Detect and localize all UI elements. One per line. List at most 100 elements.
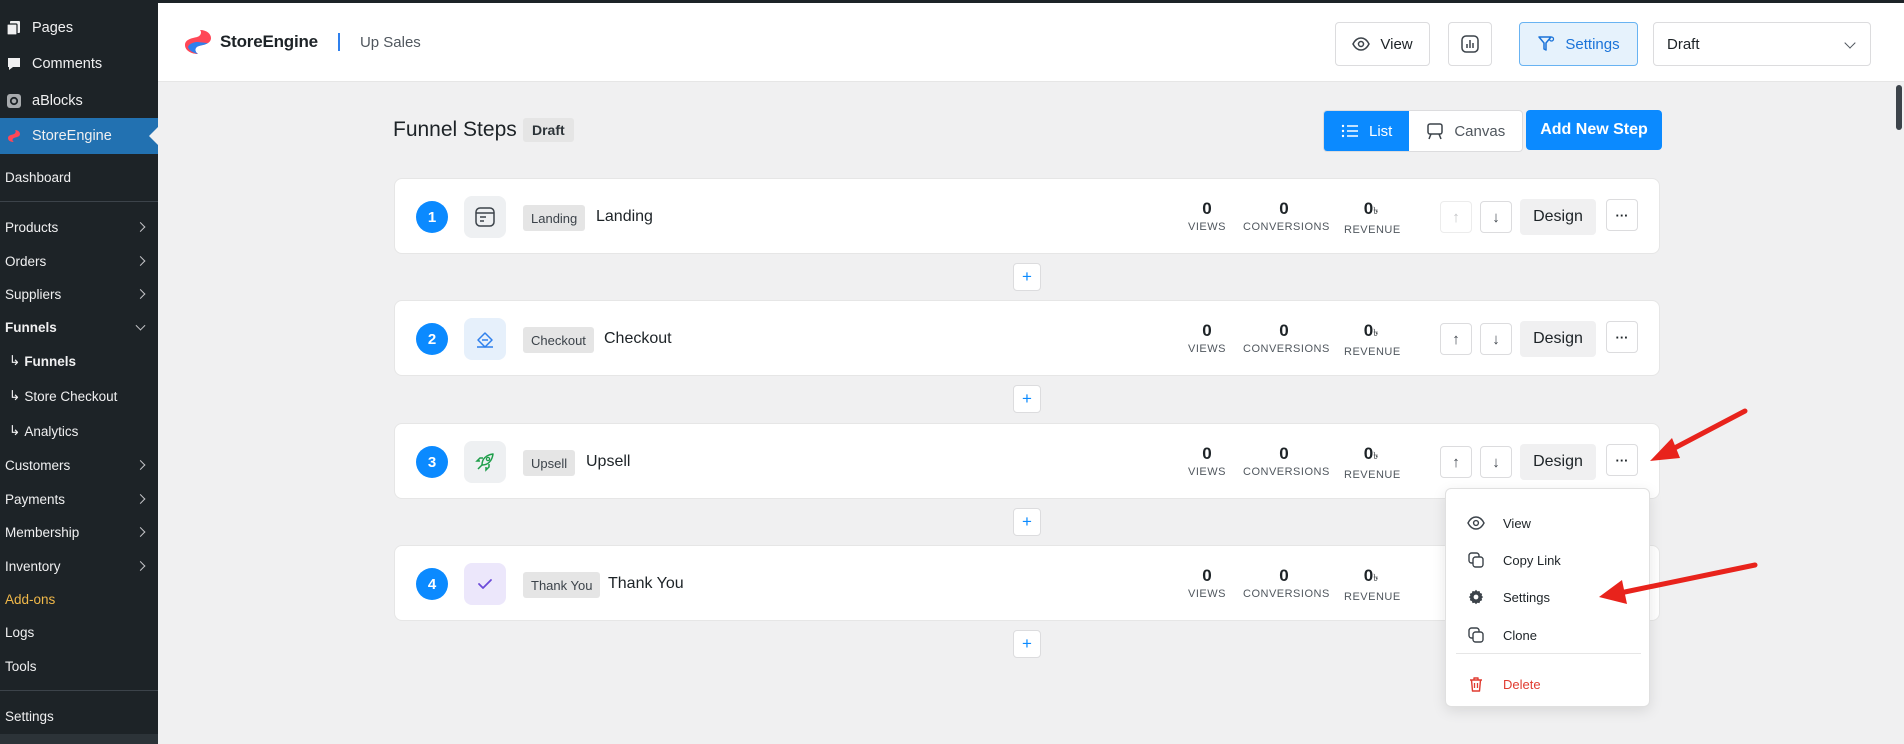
revenue-value: 0	[1363, 444, 1374, 463]
menu-item-settings[interactable]: Settings	[1446, 580, 1651, 614]
conversions-value: 0	[1279, 566, 1289, 585]
brand-name: StoreEngine	[220, 32, 318, 51]
gear-icon	[1466, 589, 1486, 605]
sidebar-item-comments[interactable]: Comments	[0, 49, 158, 79]
sidebar-item-tools[interactable]: Tools	[0, 651, 158, 681]
sidebar-item-label: Orders	[5, 253, 47, 269]
view-button[interactable]: View	[1335, 22, 1430, 66]
sidebar-item-payments[interactable]: Payments	[0, 484, 158, 514]
views-stat: 0 VIEWS	[1182, 199, 1232, 235]
scrollbar-thumb[interactable]	[1896, 85, 1902, 130]
sidebar-item-storeengine[interactable]: StoreEngine	[0, 118, 158, 154]
copy-icon	[1466, 552, 1486, 568]
storeengine-logo[interactable]: StoreEngine Up Sales	[182, 26, 421, 58]
sidebar-item-orders[interactable]: Orders	[0, 246, 158, 276]
design-button[interactable]: Design	[1520, 199, 1596, 235]
menu-item-delete[interactable]: Delete	[1446, 667, 1651, 701]
sidebar-item-add-ons[interactable]: Add-ons	[0, 584, 158, 614]
add-new-step-button[interactable]: Add New Step	[1526, 110, 1662, 150]
chevron-right-icon	[135, 460, 146, 470]
conversions-label: CONVERSIONS	[1243, 466, 1330, 478]
canvas-view-label: Canvas	[1454, 122, 1506, 140]
conversions-stat: 0 CONVERSIONS	[1243, 566, 1330, 602]
revenue-stat: 0৳ REVENUE	[1344, 199, 1401, 238]
sidebar-item-logs[interactable]: Logs	[0, 617, 158, 647]
sidebar-item-ablocks[interactable]: aBlocks	[0, 86, 158, 116]
list-view-button[interactable]: List	[1324, 111, 1410, 151]
move-down-button[interactable]: ↓	[1480, 446, 1512, 478]
menu-item-copy-link[interactable]: Copy Link	[1446, 543, 1651, 577]
conversions-stat: 0 CONVERSIONS	[1243, 321, 1329, 357]
sidebar-subitem-analytics[interactable]: ↳ Analytics	[0, 416, 158, 446]
view-toggle: List Canvas	[1323, 110, 1524, 152]
move-up-button[interactable]: ↑	[1440, 323, 1472, 355]
sidebar-item-label: Customers	[5, 457, 71, 473]
settings-button-label: Settings	[1565, 35, 1620, 53]
views-stat: 0 VIEWS	[1182, 444, 1232, 480]
move-up-button[interactable]: ↑	[1440, 201, 1472, 233]
canvas-view-button[interactable]: Canvas	[1409, 111, 1522, 151]
views-label: VIEWS	[1188, 343, 1226, 355]
add-step-between-button[interactable]: +	[1013, 630, 1041, 658]
sidebar-subitem-store-checkout[interactable]: ↳ Store Checkout	[0, 381, 158, 411]
menu-item-view[interactable]: View	[1446, 506, 1651, 540]
design-button[interactable]: Design	[1520, 444, 1596, 480]
scrollbar-track[interactable]	[1892, 82, 1904, 744]
sidebar-item-suppliers[interactable]: Suppliers	[0, 279, 158, 309]
sidebar-item-label: Membership	[5, 524, 80, 540]
sidebar-item-membership[interactable]: Membership	[0, 517, 158, 547]
sidebar-item-pages[interactable]: Pages	[0, 13, 158, 43]
step-number: 1	[416, 201, 448, 233]
step-name[interactable]: Landing	[596, 208, 653, 226]
views-value: 0	[1202, 566, 1212, 585]
revenue-value: 0	[1363, 321, 1374, 340]
sidebar-subitem-funnels[interactable]: ↳ Funnels	[0, 346, 158, 376]
more-options-button[interactable]: ···	[1606, 444, 1638, 476]
revenue-label: REVENUE	[1344, 224, 1401, 236]
filter-settings-icon	[1537, 35, 1555, 53]
sidebar-item-label: Funnels	[24, 353, 77, 369]
step-type-badge: Upsell	[523, 450, 576, 476]
sidebar-item-funnels[interactable]: Funnels	[0, 312, 158, 342]
storeengine-icon	[5, 127, 23, 145]
sidebar-item-customers[interactable]: Customers	[0, 450, 158, 480]
currency-symbol: ৳	[1373, 206, 1379, 217]
sidebar-item-inventory[interactable]: Inventory	[0, 551, 158, 581]
step-name[interactable]: Checkout	[604, 330, 672, 348]
trash-icon	[1466, 676, 1486, 693]
design-button[interactable]: Design	[1520, 321, 1596, 357]
sidebar-item-label: aBlocks	[32, 93, 83, 109]
status-select[interactable]: Draft	[1653, 22, 1871, 66]
sidebar-item-label: Dashboard	[5, 169, 72, 185]
chevron-right-icon	[135, 494, 146, 504]
move-down-button[interactable]: ↓	[1480, 201, 1512, 233]
conversions-label: CONVERSIONS	[1243, 588, 1330, 600]
move-down-button[interactable]: ↓	[1480, 323, 1512, 355]
conversions-value: 0	[1279, 321, 1289, 340]
ablocks-icon	[5, 92, 23, 110]
menu-item-clone[interactable]: Clone	[1446, 618, 1651, 652]
more-options-button[interactable]: ···	[1606, 321, 1638, 353]
more-options-button[interactable]: ···	[1606, 199, 1638, 231]
settings-button[interactable]: Settings	[1519, 22, 1638, 66]
checkout-icon	[464, 318, 506, 360]
sidebar-item-settings[interactable]: Settings	[0, 701, 158, 731]
sub-arrow: ↳	[9, 388, 21, 403]
move-up-button[interactable]: ↑	[1440, 446, 1472, 478]
pages-icon	[5, 19, 23, 37]
step-name[interactable]: Upsell	[586, 453, 630, 471]
sidebar-item-products[interactable]: Products	[0, 212, 158, 242]
add-step-between-button[interactable]: +	[1013, 385, 1041, 413]
menu-item-label: Clone	[1503, 627, 1537, 643]
chevron-right-icon	[135, 527, 146, 537]
conversions-stat: 0 CONVERSIONS	[1243, 199, 1329, 235]
step-name[interactable]: Thank You	[608, 575, 684, 593]
sidebar-item-dashboard[interactable]: Dashboard	[0, 162, 158, 192]
add-step-between-button[interactable]: +	[1013, 508, 1041, 536]
funnel-step-card: 1 Landing Landing 0 VIEWS 0 CONVERSIONS …	[394, 178, 1660, 254]
sub-arrow: ↳	[9, 423, 21, 438]
analytics-button[interactable]	[1448, 22, 1492, 66]
step-type-badge: Landing	[523, 205, 586, 231]
add-step-between-button[interactable]: +	[1013, 263, 1041, 291]
sidebar-item-label: Funnels	[5, 319, 57, 335]
